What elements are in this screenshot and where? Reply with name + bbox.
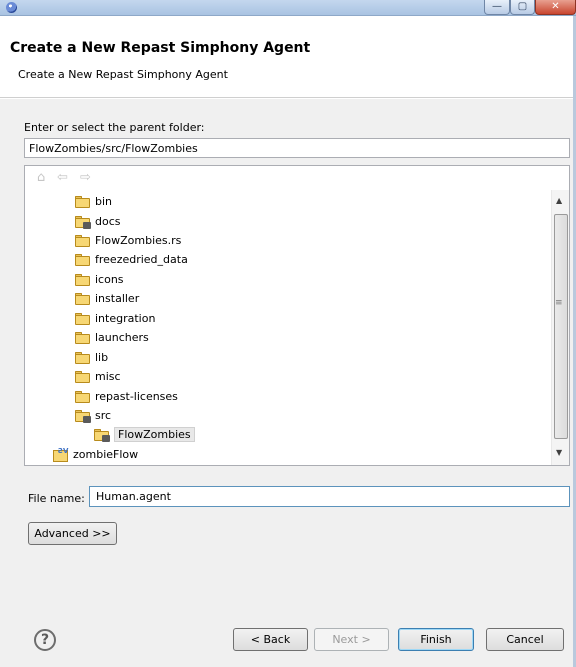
tree-item[interactable]: launchers [74, 328, 149, 347]
back-button[interactable]: < Back [233, 628, 308, 651]
next-button[interactable]: Next > [314, 628, 389, 651]
minimize-button[interactable]: — [484, 0, 510, 15]
tree-item-label: freezedried_data [95, 253, 188, 266]
maximize-button[interactable]: ▢ [510, 0, 535, 15]
tree-toolbar: ⌂ ⇦ ⇨ [25, 166, 569, 190]
tree-item[interactable]: installer [74, 289, 139, 308]
tree-item-label: FlowZombies [114, 427, 195, 442]
tree-item[interactable]: repast-licenses [74, 387, 178, 406]
tree-item[interactable]: src [74, 406, 111, 425]
wizard-header: Create a New Repast Simphony Agent Creat… [0, 16, 576, 98]
parent-folder-label: Enter or select the parent folder: [24, 121, 205, 134]
tree-item[interactable]: FlowZombies.rs [74, 231, 181, 250]
tree-item[interactable]: FlowZombies [93, 425, 195, 444]
tree-item-label: FlowZombies.rs [95, 234, 182, 247]
folder-icon [74, 370, 92, 384]
folder-icon [74, 390, 92, 404]
project-icon: ƧV [52, 447, 70, 462]
file-name-input[interactable] [89, 486, 570, 507]
vertical-scrollbar[interactable]: ▲ ≡ ▼ [551, 190, 569, 465]
folder-icon [74, 331, 92, 345]
scroll-down-icon[interactable]: ▼ [556, 448, 562, 457]
tree-item-label: icons [95, 273, 124, 286]
minimize-icon: — [492, 1, 502, 12]
tree-item[interactable]: integration [74, 309, 155, 328]
tree-item-label: docs [95, 215, 121, 228]
window-titlebar: — ▢ ✕ [0, 0, 576, 16]
page-title: Create a New Repast Simphony Agent [10, 40, 311, 56]
back-arrow-icon[interactable]: ⇦ [57, 171, 68, 185]
tree-item-label: src [95, 409, 112, 422]
scrollbar-grip-icon: ≡ [555, 298, 563, 308]
maximize-icon: ▢ [517, 1, 528, 12]
tree-item-label: installer [95, 292, 140, 305]
folder-icon [74, 234, 92, 248]
home-icon[interactable]: ⌂ [37, 171, 45, 185]
tree-item-label: zombieFlow [73, 448, 139, 461]
open-folder-icon [74, 195, 92, 209]
package-folder-icon [93, 428, 111, 442]
folder-icon [74, 292, 92, 306]
close-button[interactable]: ✕ [535, 0, 576, 15]
package-folder-icon [74, 215, 92, 229]
folder-icon [74, 312, 92, 326]
tree-item-label: integration [95, 312, 156, 325]
close-icon: ✕ [551, 1, 560, 12]
tree-item-label: bin [95, 195, 113, 208]
tree-item[interactable]: icons [74, 270, 124, 289]
app-icon [6, 2, 17, 13]
folder-icon [74, 253, 92, 267]
tree-item[interactable]: lib [74, 348, 108, 367]
tree-item[interactable]: freezedried_data [74, 250, 188, 269]
tree-scroll-area: bin docs FlowZombies.rs freezedried_dataico… [25, 190, 569, 465]
folder-tree[interactable]: ⌂ ⇦ ⇨ bin docs FlowZombies.rs freezedried_d… [24, 165, 570, 466]
package-folder-icon [74, 409, 92, 423]
tree-item-label: misc [95, 370, 121, 383]
parent-folder-input[interactable] [24, 138, 570, 158]
folder-icon [74, 273, 92, 287]
scrollbar-thumb[interactable] [554, 214, 568, 439]
finish-button[interactable]: Finish [398, 628, 474, 651]
advanced-button[interactable]: Advanced >> [28, 522, 117, 545]
page-subtitle: Create a New Repast Simphony Agent [18, 68, 228, 81]
tree-item[interactable]: misc [74, 367, 121, 386]
tree-item[interactable]: docs [74, 212, 121, 231]
tree-item-label: repast-licenses [95, 390, 178, 403]
forward-arrow-icon[interactable]: ⇨ [80, 171, 91, 185]
wizard-content: Enter or select the parent folder: ⌂ ⇦ ⇨… [0, 99, 576, 612]
tree-item[interactable]: bin [74, 192, 112, 211]
scroll-up-icon[interactable]: ▲ [556, 196, 562, 205]
tree-item[interactable]: ƧV zombieFlow [52, 445, 138, 464]
tree-item-label: launchers [95, 331, 149, 344]
cancel-button[interactable]: Cancel [486, 628, 564, 651]
help-icon[interactable]: ? [34, 629, 56, 651]
wizard-footer: ? < Back Next > Finish Cancel [0, 612, 576, 667]
tree-item-label: lib [95, 351, 109, 364]
folder-icon [74, 351, 92, 365]
file-name-label: File name: [28, 492, 85, 505]
